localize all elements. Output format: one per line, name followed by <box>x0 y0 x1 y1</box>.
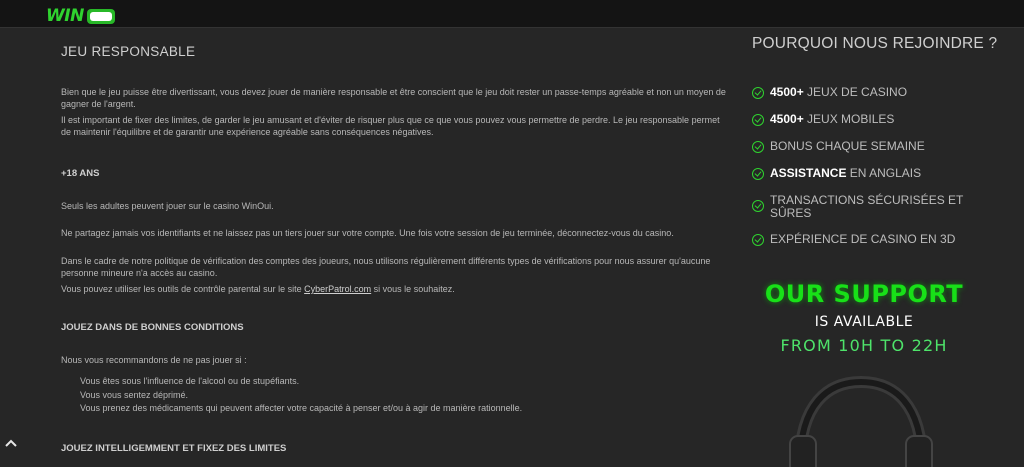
feature-bold: 4500+ <box>770 112 804 126</box>
check-circle-icon <box>752 141 764 153</box>
feature-item: 4500+ JEUX DE CASINO <box>752 86 1012 99</box>
headset-icon <box>789 375 933 467</box>
parental-text-before: Vous pouvez utiliser les outils de contr… <box>61 284 305 294</box>
check-circle-icon <box>752 114 764 126</box>
support-title: OUR SUPPORT <box>764 280 964 308</box>
check-circle-icon <box>752 200 764 212</box>
feature-bold: ASSISTANCE <box>770 166 847 180</box>
brand-logo[interactable]: WIN <box>46 5 115 27</box>
feature-bold: 4500+ <box>770 85 804 99</box>
feature-text: JEUX MOBILES <box>803 112 895 126</box>
feature-item: BONUS CHAQUE SEMAINE <box>752 140 1012 153</box>
page-title: JEU RESPONSABLE <box>61 44 196 59</box>
support-available: IS AVAILABLE <box>814 314 914 330</box>
check-circle-icon <box>752 87 764 99</box>
logo-badge-icon <box>86 8 115 24</box>
feature-item: 4500+ JEUX MOBILES <box>752 113 1012 126</box>
support-banner: OUR SUPPORT IS AVAILABLE FROM 10H TO 22H <box>752 280 976 355</box>
age-paragraph-1: Seuls les adultes peuvent jouer sur le c… <box>61 201 274 211</box>
conditions-heading: JOUEZ DANS DE BONNES CONDITIONS <box>61 322 244 333</box>
parental-text-after: si vous le souhaitez. <box>371 284 455 294</box>
age-paragraph-2: Ne partagez jamais vos identifiants et n… <box>61 228 674 238</box>
feature-text: BONUS CHAQUE SEMAINE <box>770 139 925 153</box>
intro-paragraph-2: Il est important de fixer des limites, d… <box>61 115 720 138</box>
why-join-title: POURQUOI NOUS REJOINDRE ? <box>752 35 998 52</box>
logo-text: WIN <box>46 6 84 26</box>
feature-item: EXPÉRIENCE DE CASINO EN 3D <box>752 233 1012 246</box>
conditions-intro: Nous vous recommandons de ne pas jouer s… <box>61 355 247 365</box>
check-circle-icon <box>752 168 764 180</box>
chevron-up-icon <box>5 439 17 447</box>
limits-heading: JOUEZ INTELLIGEMMENT ET FIXEZ DES LIMITE… <box>61 443 287 454</box>
condition-item: Vous prenez des médicaments qui peuvent … <box>80 403 523 413</box>
top-bar: WIN <box>0 0 1024 28</box>
age-paragraph-4: Vous pouvez utiliser les outils de contr… <box>61 283 726 295</box>
feature-item: TRANSACTIONS SÉCURISÉES ET SÛRES <box>752 194 982 219</box>
condition-item: Vous vous sentez déprimé. <box>80 390 189 400</box>
support-hours: FROM 10H TO 22H <box>780 336 948 355</box>
feature-item: ASSISTANCE EN ANGLAIS <box>752 167 1012 180</box>
age-heading: +18 ANS <box>61 168 100 179</box>
scroll-top-button[interactable] <box>4 437 18 449</box>
condition-item: Vous êtes sous l'influence de l'alcool o… <box>80 376 300 386</box>
feature-text: TRANSACTIONS SÉCURISÉES ET SÛRES <box>770 193 964 220</box>
feature-text: EN ANGLAIS <box>846 166 922 180</box>
cyberpatrol-link[interactable]: CyberPatrol.com <box>304 284 371 294</box>
intro-paragraph-1: Bien que le jeu puisse être divertissant… <box>61 87 726 110</box>
feature-text: JEUX DE CASINO <box>803 85 908 99</box>
age-paragraph-3: Dans le cadre de notre politique de véri… <box>61 256 711 279</box>
feature-text: EXPÉRIENCE DE CASINO EN 3D <box>770 232 956 246</box>
check-circle-icon <box>752 234 764 246</box>
